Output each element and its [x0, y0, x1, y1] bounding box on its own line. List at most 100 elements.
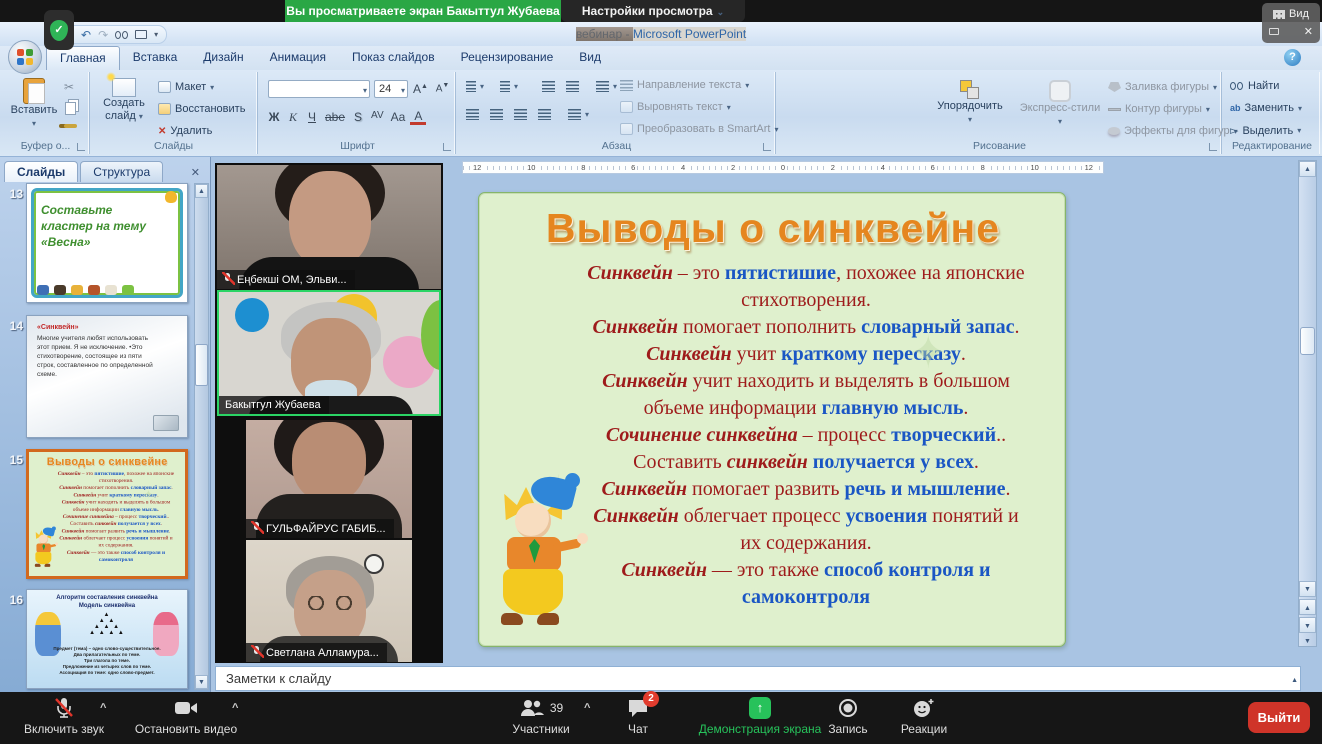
redo-icon[interactable]: ↷	[98, 29, 108, 41]
bullets-button[interactable]: ▾	[466, 81, 484, 92]
undo-icon[interactable]: ↶	[81, 29, 91, 41]
ribbon-tab-Рецензирование[interactable]: Рецензирование	[448, 46, 567, 70]
tab-slides[interactable]: Слайды	[4, 161, 78, 182]
record-button[interactable]: Запись	[818, 696, 878, 736]
help-icon[interactable]: ?	[1284, 49, 1301, 66]
dialog-launcher-icon[interactable]	[1209, 143, 1217, 151]
scroll-down-icon[interactable]: ▼	[195, 675, 208, 689]
shrink-font-button[interactable]: A▼	[434, 82, 451, 94]
editing-group-label: Редактирование	[1224, 140, 1320, 152]
vertical-scrollbar[interactable]: ▲ ▼ ▲▲ ▼▼	[1298, 160, 1317, 647]
reset-button[interactable]: Восстановить	[158, 103, 245, 115]
decrease-indent-button[interactable]	[542, 81, 555, 92]
slide-canvas[interactable]: Выводы о синквейнеСинквейн – это пятисти…	[478, 192, 1066, 647]
align-right-button[interactable]	[514, 109, 527, 120]
video-options-caret[interactable]: ^	[232, 702, 238, 714]
qat-more-icon[interactable]: ▾	[154, 30, 158, 39]
slideshow-icon[interactable]	[135, 30, 147, 39]
font-format-button-4[interactable]: S	[350, 110, 366, 125]
layout-button[interactable]: Макет▾	[158, 81, 214, 93]
stop-video-button[interactable]: Остановить видео	[126, 696, 246, 736]
dialog-launcher-icon[interactable]	[77, 143, 85, 151]
align-center-button[interactable]	[490, 109, 503, 120]
font-format-button-2[interactable]: Ч	[304, 110, 320, 125]
ribbon-tab-Вид[interactable]: Вид	[566, 46, 614, 70]
align-text-button[interactable]: Выровнять текст▾	[620, 101, 731, 113]
slide-thumbnail-15-selected[interactable]: Выводы о синквейнеСинквейн – это пятисти…	[26, 449, 188, 579]
slide-paragraph: Синквейн помогает пополнить словарный за…	[57, 484, 176, 491]
ribbon-tab-Анимация[interactable]: Анимация	[257, 46, 339, 70]
justify-button[interactable]	[538, 109, 551, 120]
close-icon[interactable]: ✕	[1304, 25, 1313, 38]
participants-options-caret[interactable]: ^	[584, 702, 590, 714]
format-painter-button[interactable]	[64, 124, 77, 128]
tab-outline[interactable]: Структура	[80, 161, 163, 182]
reactions-button[interactable]: Реакции	[892, 696, 956, 736]
align-left-button[interactable]	[466, 109, 479, 120]
dialog-launcher-icon[interactable]	[443, 143, 451, 151]
smartart-button[interactable]: Преобразовать в SmartArt▾	[620, 123, 778, 135]
ribbon-tab-Показ слайдов[interactable]: Показ слайдов	[339, 46, 448, 70]
slide-notes-area[interactable]: Заметки к слайду ▲	[215, 666, 1301, 691]
chat-button[interactable]: 2 Чат	[616, 696, 660, 736]
font-format-button-0[interactable]: Ж	[266, 110, 282, 125]
delete-slide-button[interactable]: ✕Удалить	[158, 125, 212, 137]
text-direction-button[interactable]: Направление текста▾	[620, 79, 749, 91]
paste-button[interactable]: Вставить ▾	[10, 78, 58, 130]
ribbon-tab-Вставка[interactable]: Вставка	[120, 46, 191, 70]
numbering-button[interactable]: ▾	[500, 81, 518, 92]
arrange-button[interactable]: Упорядочить▾	[930, 80, 1010, 126]
find-icon[interactable]	[115, 31, 128, 39]
shape-outline-button[interactable]: Контур фигуры▾	[1108, 103, 1210, 115]
slide-thumbnail-14[interactable]: «Синквейн» Многие учителя любят использо…	[26, 315, 188, 438]
copy-button[interactable]	[65, 102, 76, 115]
font-format-button-5[interactable]: AV	[369, 110, 386, 125]
view-settings-dropdown[interactable]: Настройки просмотра⌄	[561, 0, 745, 22]
increase-indent-button[interactable]	[566, 81, 579, 92]
font-format-button-6[interactable]: Aa	[389, 110, 408, 125]
slide-thumbnail-16[interactable]: Алгоритм составления синквейна Модель си…	[26, 589, 188, 689]
font-format-button-7[interactable]: A	[410, 110, 426, 125]
scroll-down-icon[interactable]: ▼	[1299, 581, 1316, 597]
effects-icon	[1108, 127, 1120, 135]
previous-slide-button[interactable]: ▲▲	[1299, 599, 1316, 615]
close-icon[interactable]: ✕	[185, 163, 206, 182]
ribbon-tab-Дизайн[interactable]: Дизайн	[190, 46, 256, 70]
panel-scrollbar[interactable]: ▲ ▼	[194, 183, 209, 690]
scrollbar-thumb[interactable]	[1300, 327, 1315, 355]
grow-font-button[interactable]: A▲	[412, 82, 429, 96]
font-format-button-3[interactable]: abe	[323, 110, 347, 125]
next-slide-button[interactable]: ▼▼	[1299, 617, 1316, 633]
office-logo-icon	[17, 49, 33, 65]
quick-styles-button[interactable]: Экспресс-стили▾	[1016, 80, 1104, 128]
shape-effects-button[interactable]: Эффекты для фигур▾	[1108, 125, 1238, 137]
participants-button[interactable]: 39 Участники	[496, 696, 586, 736]
mic-options-caret[interactable]: ^	[100, 702, 106, 714]
scrollbar-thumb[interactable]	[195, 344, 208, 386]
new-slide-button[interactable]: Создать слайд ▾	[96, 78, 152, 123]
cut-button[interactable]: ✂	[64, 80, 74, 94]
scroll-up-icon[interactable]: ▲	[195, 184, 208, 198]
notes-scroll-up-icon[interactable]: ▲	[1291, 669, 1298, 692]
line-spacing-button[interactable]: ▾	[596, 81, 617, 92]
zoom-view-button[interactable]: Вид ✕	[1262, 3, 1320, 43]
font-size-combo[interactable]: 24▾	[374, 80, 408, 98]
columns-button[interactable]: ▾	[568, 109, 589, 120]
participant-video-2[interactable]: Бакытгул Жубаева	[217, 290, 441, 416]
paragraph-group: ▾ ▾ ▾ ▾ Направление текста▾ Выровнять те…	[458, 72, 776, 154]
replace-button[interactable]: abЗаменить▾	[1230, 102, 1302, 114]
shape-fill-button[interactable]: Заливка фигуры▾	[1108, 81, 1217, 93]
participant-video-4[interactable]: Светлана Алламура...	[246, 540, 412, 662]
office-button[interactable]	[8, 40, 42, 74]
font-name-combo[interactable]: ▾	[268, 80, 370, 98]
font-format-button-1[interactable]: К	[285, 110, 301, 125]
scroll-up-icon[interactable]: ▲	[1299, 161, 1316, 177]
participant-video-1[interactable]: Еңбекші ОМ, Эльви...	[217, 165, 441, 289]
share-screen-button[interactable]: ↑ Демонстрация экрана	[686, 696, 834, 736]
find-button[interactable]: Найти	[1230, 80, 1279, 92]
dialog-launcher-icon[interactable]	[763, 143, 771, 151]
select-button[interactable]: ▻Выделить▾	[1230, 124, 1301, 137]
slide-thumbnail-13[interactable]: Составьте кластер на тему «Весна»	[26, 183, 188, 303]
leave-button[interactable]: Выйти	[1248, 702, 1310, 733]
participant-video-3[interactable]: ГУЛЬФАЙРУС ГАБИБ...	[246, 420, 412, 538]
